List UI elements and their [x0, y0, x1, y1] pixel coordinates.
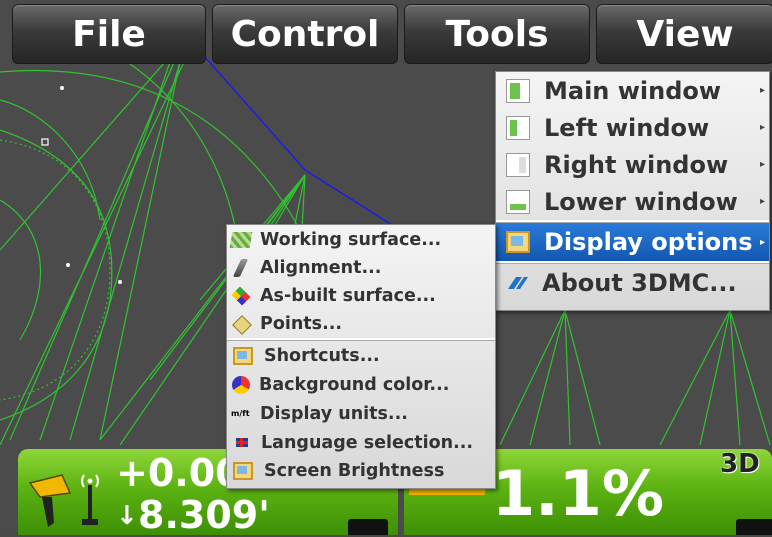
- menu-item-display-options[interactable]: Display options ▸: [496, 223, 769, 261]
- menu-item-label: Points...: [260, 314, 342, 334]
- menu-item-shortcuts[interactable]: Shortcuts...: [227, 341, 495, 370]
- menu-file-button[interactable]: File: [12, 4, 206, 64]
- excavator-bucket-icon: [26, 471, 74, 531]
- display-options-icon: [506, 231, 530, 253]
- right-window-icon: [506, 153, 530, 177]
- menu-item-screen-brightness[interactable]: Screen Brightness: [227, 457, 495, 485]
- background-color-icon: [232, 376, 250, 394]
- menu-view-button[interactable]: View: [596, 4, 772, 64]
- submenu-arrow-icon: ▸: [760, 85, 765, 96]
- menu-item-points[interactable]: Points...: [227, 310, 495, 338]
- submenu-arrow-icon: ▸: [760, 159, 765, 170]
- menu-item-right-window[interactable]: Right window ▸: [496, 146, 769, 183]
- view-menu: Main window ▸ Left window ▸ Right window…: [495, 71, 770, 311]
- working-surface-icon: [230, 232, 253, 248]
- menu-item-display-units[interactable]: m/ft Display units...: [227, 399, 495, 428]
- menu-item-alignment[interactable]: Alignment...: [227, 254, 495, 282]
- down-arrow-icon: ↓: [116, 501, 138, 531]
- as-built-surface-icon: [231, 286, 250, 305]
- mode-3d-badge: 3D: [720, 449, 760, 479]
- menu-item-label: Right window: [544, 151, 728, 179]
- panel-tab-marker: [348, 519, 388, 535]
- cut-fill-value: 8.309': [138, 493, 270, 537]
- submenu-arrow-icon: ▸: [760, 122, 765, 133]
- lower-window-icon: [506, 190, 530, 214]
- menu-item-label: Display units...: [260, 404, 408, 424]
- panel-tab-marker: [736, 519, 772, 535]
- menu-item-main-window[interactable]: Main window ▸: [496, 72, 769, 109]
- screen-brightness-icon: [233, 462, 253, 480]
- antenna-icon: [78, 469, 102, 529]
- shortcuts-icon: [233, 347, 253, 365]
- slope-value: 1.1%: [492, 457, 664, 530]
- points-icon: [231, 315, 251, 333]
- menu-tools-button[interactable]: Tools: [404, 4, 590, 64]
- language-flag-icon: [236, 438, 248, 447]
- menu-item-label: Working surface...: [260, 230, 441, 250]
- main-window-icon: [506, 79, 530, 103]
- menu-item-label: Shortcuts...: [264, 346, 380, 366]
- menu-item-background-color[interactable]: Background color...: [227, 370, 495, 399]
- menu-control-button[interactable]: Control: [212, 4, 398, 64]
- menu-item-label: Language selection...: [261, 433, 473, 453]
- menu-item-language-selection[interactable]: Language selection...: [227, 428, 495, 457]
- menu-item-as-built-surface[interactable]: As-built surface...: [227, 282, 495, 310]
- submenu-arrow-icon: ▸: [760, 237, 765, 248]
- display-units-icon: m/ft: [231, 409, 253, 418]
- menu-item-label: Alignment...: [260, 258, 381, 278]
- menu-item-label: Main window: [544, 77, 721, 105]
- menu-item-label: Background color...: [259, 375, 449, 395]
- menu-item-label: Display options: [544, 228, 753, 256]
- left-window-icon: [506, 116, 530, 140]
- menu-item-label: About 3DMC...: [542, 269, 737, 297]
- menu-item-working-surface[interactable]: Working surface...: [227, 225, 495, 254]
- menu-item-about[interactable]: About 3DMC...: [496, 264, 769, 301]
- display-options-menu: Working surface... Alignment... As-built…: [226, 224, 496, 489]
- menu-item-label: Left window: [544, 114, 709, 142]
- 3dmc-logo-icon: [506, 275, 528, 291]
- menu-item-label: As-built surface...: [260, 286, 436, 306]
- submenu-arrow-icon: ▸: [760, 196, 765, 207]
- alignment-icon: [231, 259, 251, 277]
- menu-item-lower-window[interactable]: Lower window ▸: [496, 183, 769, 220]
- menu-item-label: Screen Brightness: [264, 461, 444, 481]
- menu-item-label: Lower window: [544, 188, 738, 216]
- menu-item-left-window[interactable]: Left window ▸: [496, 109, 769, 146]
